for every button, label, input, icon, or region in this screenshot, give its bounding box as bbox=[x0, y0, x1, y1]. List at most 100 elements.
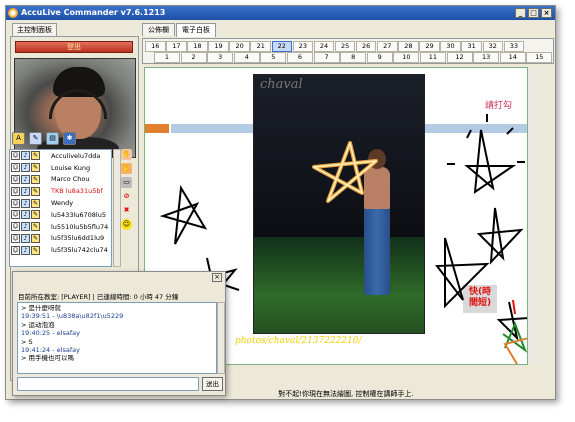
minimize-button[interactable]: _ bbox=[515, 8, 526, 18]
chat-input[interactable] bbox=[17, 377, 199, 391]
page-button-22[interactable]: 22 bbox=[271, 41, 293, 52]
page-button-17[interactable]: 17 bbox=[166, 41, 187, 52]
mic-icon: ♪ bbox=[21, 198, 30, 208]
chat-close-button[interactable]: × bbox=[212, 273, 222, 282]
user-name: Acculivelu7dda bbox=[51, 151, 101, 160]
user-name: TKB lu8a31u5bf bbox=[51, 187, 103, 196]
net-icon[interactable]: ✱ bbox=[63, 132, 76, 145]
page-row-top: 16 17 18 19 20 21 22 23 24 25 26 27 28 29 30 31 32 33 bbox=[145, 41, 525, 52]
page-button-18[interactable]: 18 bbox=[187, 41, 208, 52]
page-button-13[interactable]: 13 bbox=[473, 52, 500, 63]
user-tools: ✋ ✋ ▭ ⊘ ✖ ☺ bbox=[121, 149, 133, 230]
user-row[interactable]: ☺ ♪ ✎ lu5433lu6708lu5 bbox=[10, 209, 111, 221]
pencil-icon: ✎ bbox=[31, 210, 40, 220]
board-icon[interactable]: ▭ bbox=[121, 177, 132, 188]
smiley-icon[interactable]: ☺ bbox=[121, 219, 132, 230]
tab-bulletin[interactable]: 公佈欄 bbox=[142, 23, 175, 36]
user-name: lu5433lu6708lu5 bbox=[51, 210, 106, 219]
page-button-5[interactable]: 5 bbox=[260, 52, 287, 63]
user-list-scrollbar[interactable] bbox=[113, 149, 121, 267]
font-icon[interactable]: A bbox=[12, 132, 25, 145]
page-button-20[interactable]: 20 bbox=[229, 41, 250, 52]
page-button-32[interactable]: 32 bbox=[482, 41, 503, 52]
mic-icon: ♪ bbox=[21, 174, 30, 184]
person-icon: ☺ bbox=[11, 245, 20, 255]
page-button-21[interactable]: 21 bbox=[250, 41, 271, 52]
user-row[interactable]: ☺ ♪ ✎ Marco Chou bbox=[10, 174, 111, 186]
chat-scrollbar[interactable] bbox=[217, 302, 225, 374]
user-row[interactable]: ☺ ♪ ✎ Acculivelu7dda bbox=[10, 150, 111, 162]
page-button-9[interactable]: 9 bbox=[366, 52, 393, 63]
page-button-31[interactable]: 31 bbox=[461, 41, 482, 52]
user-name: lu5f35lu6dd1lu9 bbox=[51, 234, 105, 243]
chat-message: > 用手機也可以嗎 bbox=[21, 354, 75, 363]
mic-icon: ♪ bbox=[21, 186, 30, 196]
remove-icon[interactable]: ✖ bbox=[121, 205, 132, 216]
chat-meta: 19:40:25 - elsafay bbox=[21, 329, 80, 338]
logout-button[interactable]: 登出 bbox=[15, 41, 133, 53]
page-button-28[interactable]: 28 bbox=[398, 41, 419, 52]
page-button-4[interactable]: 4 bbox=[233, 52, 260, 63]
page-button-24[interactable]: 24 bbox=[313, 41, 335, 52]
user-row[interactable]: ☺ ♪ ✎ TKB lu8a31u5bf bbox=[10, 185, 111, 197]
doc-icon[interactable]: ▤ bbox=[46, 132, 59, 145]
page-button-16[interactable]: 16 bbox=[145, 41, 166, 52]
chat-message: > S bbox=[21, 337, 33, 346]
page-button-27[interactable]: 27 bbox=[377, 41, 398, 52]
person-icon: ☺ bbox=[11, 151, 20, 161]
user-name: Louise Kung bbox=[51, 163, 91, 172]
user-name: lu5f35lu742clu74 bbox=[51, 246, 108, 255]
page-button-19[interactable]: 19 bbox=[208, 41, 229, 52]
page-button-6[interactable]: 6 bbox=[286, 52, 313, 63]
page-button-7[interactable]: 7 bbox=[313, 52, 340, 63]
page-button-10[interactable]: 10 bbox=[393, 52, 420, 63]
person-icon: ☺ bbox=[11, 163, 20, 173]
panel-toolbar: A ✎ ▤ ✱ bbox=[12, 132, 76, 145]
hand-icon[interactable]: ✋ bbox=[121, 163, 132, 174]
page-button-12[interactable]: 12 bbox=[446, 52, 473, 63]
pencil-icon: ✎ bbox=[31, 198, 40, 208]
page-button-1[interactable]: 1 bbox=[154, 52, 180, 63]
page-button-26[interactable]: 26 bbox=[355, 41, 377, 52]
block-icon[interactable]: ⊘ bbox=[121, 191, 132, 202]
window-title: AccuLive Commander v7.6.1213 bbox=[21, 8, 166, 17]
board-tabs: 公佈欄 電子白板 bbox=[142, 23, 217, 37]
mic-icon: ♪ bbox=[21, 222, 30, 232]
tab-control-panel[interactable]: 主控制面板 bbox=[12, 23, 57, 36]
page-button-25[interactable]: 25 bbox=[334, 41, 356, 52]
page-selector: 16 17 18 19 20 21 22 23 24 25 26 27 28 29 30 31 32 33 123… bbox=[142, 38, 554, 64]
page-button-2[interactable]: 2 bbox=[180, 52, 207, 63]
chat-log: > 是什麼呀就 19:39:51 - \u838a\u82f1\u5229 > … bbox=[17, 302, 217, 374]
page-button-14[interactable]: 14 bbox=[499, 52, 526, 63]
raise-hand-icon[interactable]: ✋ bbox=[121, 149, 132, 160]
chat-message: > 是什麼呀就 bbox=[21, 304, 62, 312]
page-button-33[interactable]: 33 bbox=[503, 41, 525, 52]
pen-icon[interactable]: ✎ bbox=[29, 132, 42, 145]
page-button-8[interactable]: 8 bbox=[340, 52, 367, 63]
page-button-11[interactable]: 11 bbox=[419, 52, 446, 63]
maximize-button[interactable]: □ bbox=[528, 8, 539, 18]
user-list[interactable]: ☺ ♪ ✎ Acculivelu7dda ☺ ♪ ✎ Louise Kung ☺ ♪ ✎ Marc… bbox=[9, 149, 112, 267]
user-row[interactable]: ☺ ♪ ✎ lu5f35lu742clu74 bbox=[10, 244, 111, 256]
board-scrollbar[interactable] bbox=[529, 67, 539, 365]
tab-whiteboard[interactable]: 電子白板 bbox=[176, 23, 216, 37]
user-name: Wendy bbox=[51, 199, 74, 208]
close-button[interactable]: × bbox=[541, 8, 552, 18]
page-button-23[interactable]: 23 bbox=[292, 41, 314, 52]
page-button-29[interactable]: 29 bbox=[419, 41, 440, 52]
page-button-30[interactable]: 30 bbox=[440, 41, 461, 52]
user-row[interactable]: ☺ ♪ ✎ lu5510lu5b5flu74 bbox=[10, 221, 111, 233]
mic-icon: ♪ bbox=[21, 151, 30, 161]
person-icon: ☺ bbox=[11, 233, 20, 243]
person-icon: ☺ bbox=[11, 222, 20, 232]
page-button-15[interactable]: 15 bbox=[526, 52, 553, 63]
mic-icon: ♪ bbox=[21, 233, 30, 243]
person-icon: ☺ bbox=[11, 174, 20, 184]
mic-icon: ♪ bbox=[21, 163, 30, 173]
user-row[interactable]: ☺ ♪ ✎ Louise Kung bbox=[10, 162, 111, 174]
send-button[interactable]: 送出 bbox=[202, 377, 223, 391]
user-row[interactable]: ☺ ♪ ✎ lu5f35lu6dd1lu9 bbox=[10, 233, 111, 245]
user-row[interactable]: ☺ ♪ ✎ Wendy bbox=[10, 197, 111, 209]
page-button-3[interactable]: 3 bbox=[207, 52, 234, 63]
title-bar: AccuLive Commander v7.6.1213 _ □ × bbox=[6, 6, 555, 20]
